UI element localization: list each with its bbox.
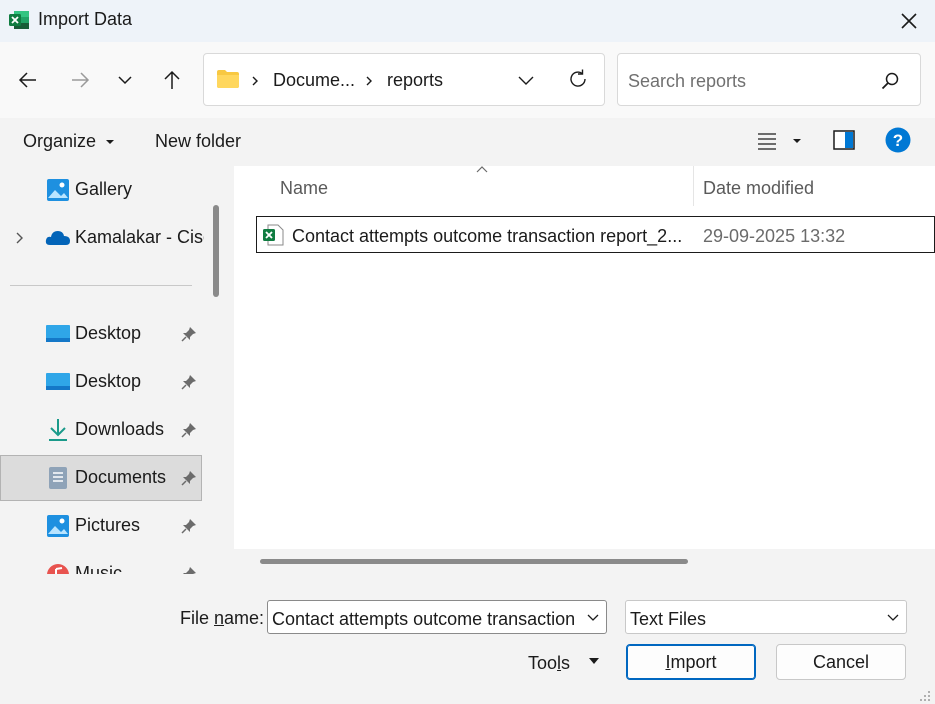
- chevron-right-icon: [366, 76, 372, 86]
- cancel-button[interactable]: Cancel: [776, 644, 906, 680]
- desktop-icon: [46, 325, 70, 342]
- sidebar-item-label: Pictures: [75, 515, 141, 535]
- sidebar-item-desktop[interactable]: Desktop: [0, 359, 202, 405]
- file-name-field[interactable]: Contact attempts outcome transaction: [267, 600, 607, 634]
- sidebar-item-label: Desktop: [75, 371, 142, 391]
- pictures-icon: [47, 515, 69, 537]
- scrollbar-thumb[interactable]: [213, 205, 219, 297]
- file-name-value[interactable]: Contact attempts outcome transaction: [272, 609, 575, 630]
- arrow-left-icon: [18, 72, 36, 88]
- sidebar-item-label: Downloads: [75, 419, 165, 439]
- file-date-modified: 29-09-2025 13:32: [703, 226, 846, 246]
- sidebar-item-downloads[interactable]: Downloads: [0, 407, 202, 453]
- search-box[interactable]: [617, 53, 921, 106]
- arrow-right-icon: [72, 72, 90, 88]
- recent-locations-button[interactable]: [108, 63, 142, 97]
- sidebar-item-documents[interactable]: Documents: [0, 455, 202, 501]
- sidebar-item-pictures[interactable]: Pictures: [0, 503, 202, 549]
- dropdown-arrow-icon: [106, 140, 115, 145]
- help-icon[interactable]: ?: [885, 127, 911, 153]
- column-header-name[interactable]: Name: [280, 178, 328, 199]
- search-input[interactable]: [628, 68, 868, 94]
- resize-grip-icon[interactable]: [919, 690, 931, 702]
- sort-ascending-icon: [476, 166, 488, 173]
- download-icon: [49, 419, 67, 441]
- expand-chevron-icon[interactable]: [14, 231, 26, 245]
- file-name: Contact attempts outcome transaction rep…: [292, 226, 683, 246]
- back-button[interactable]: [11, 63, 45, 97]
- folder-icon: [217, 70, 239, 88]
- sidebar-item-gallery[interactable]: Gallery: [0, 167, 202, 213]
- list-view-icon: [758, 133, 776, 150]
- pin-icon[interactable]: [180, 421, 198, 439]
- pin-icon[interactable]: [180, 517, 198, 535]
- sidebar-item-label: Desktop: [75, 323, 142, 343]
- sidebar-item-label: Documents: [75, 467, 167, 487]
- divider: [10, 285, 192, 286]
- documents-icon: [49, 467, 67, 489]
- up-button[interactable]: [155, 63, 189, 97]
- dialog-footer: [0, 574, 935, 704]
- sidebar-item-label: Kamalakar - Cisc: [75, 227, 204, 247]
- file-type-value: Text Files: [630, 609, 707, 629]
- pin-icon[interactable]: [180, 469, 198, 487]
- navigation-pane: Gallery Kamalakar - Cisc Desktop Desktop…: [0, 166, 204, 574]
- breadcrumb-documents[interactable]: Docume...: [273, 70, 355, 91]
- window-title: Import Data: [38, 9, 133, 29]
- chevron-down-icon: [887, 614, 899, 621]
- file-type-select[interactable]: Text Files: [625, 600, 907, 634]
- import-button[interactable]: Import: [626, 644, 756, 680]
- preview-pane-icon[interactable]: [833, 130, 855, 150]
- forward-button[interactable]: [63, 63, 97, 97]
- organize-label: Organize: [23, 131, 97, 151]
- pin-icon[interactable]: [180, 373, 198, 391]
- sidebar-item-label: Gallery: [75, 179, 133, 199]
- refresh-icon[interactable]: [567, 68, 589, 90]
- excel-file-icon: [263, 224, 284, 246]
- chevron-right-icon: [252, 76, 258, 86]
- sidebar-item-label: Music: [75, 563, 123, 574]
- music-icon: [47, 564, 69, 574]
- column-divider[interactable]: [693, 166, 694, 206]
- table-row[interactable]: Contact attempts outcome transaction rep…: [256, 216, 935, 253]
- chevron-down-icon[interactable]: [586, 612, 600, 624]
- column-header-date-modified[interactable]: Date modified: [703, 178, 814, 199]
- close-icon[interactable]: [896, 8, 922, 34]
- navigation-scrollbar[interactable]: [204, 166, 234, 574]
- dropdown-arrow-icon: [793, 139, 801, 143]
- scrollbar-thumb[interactable]: [260, 559, 688, 564]
- tools-button[interactable]: Tools: [528, 653, 599, 674]
- excel-icon: [9, 11, 29, 29]
- new-folder-button[interactable]: New folder: [155, 131, 241, 152]
- organize-button[interactable]: Organize: [23, 131, 115, 152]
- pin-icon[interactable]: [180, 565, 198, 574]
- svg-text:?: ?: [893, 131, 903, 150]
- file-name-label: File name:: [180, 608, 265, 628]
- view-options-button[interactable]: [756, 130, 806, 152]
- address-bar[interactable]: Docume... reports: [203, 53, 605, 106]
- arrow-up-icon: [164, 70, 180, 89]
- sidebar-item-onedrive[interactable]: Kamalakar - Cisc: [0, 215, 204, 261]
- breadcrumb-reports[interactable]: reports: [387, 70, 443, 91]
- chevron-down-icon[interactable]: [517, 71, 535, 89]
- sidebar-item-music[interactable]: Music: [0, 551, 202, 574]
- search-icon[interactable]: [880, 71, 900, 91]
- onedrive-cloud-icon: [45, 231, 70, 245]
- sidebar-item-desktop[interactable]: Desktop: [0, 311, 202, 357]
- gallery-icon: [47, 179, 69, 201]
- chevron-down-icon: [118, 76, 132, 85]
- pin-icon[interactable]: [180, 325, 198, 343]
- dropdown-arrow-icon: [589, 658, 599, 664]
- desktop-icon: [46, 373, 70, 390]
- title-bar: [0, 0, 935, 42]
